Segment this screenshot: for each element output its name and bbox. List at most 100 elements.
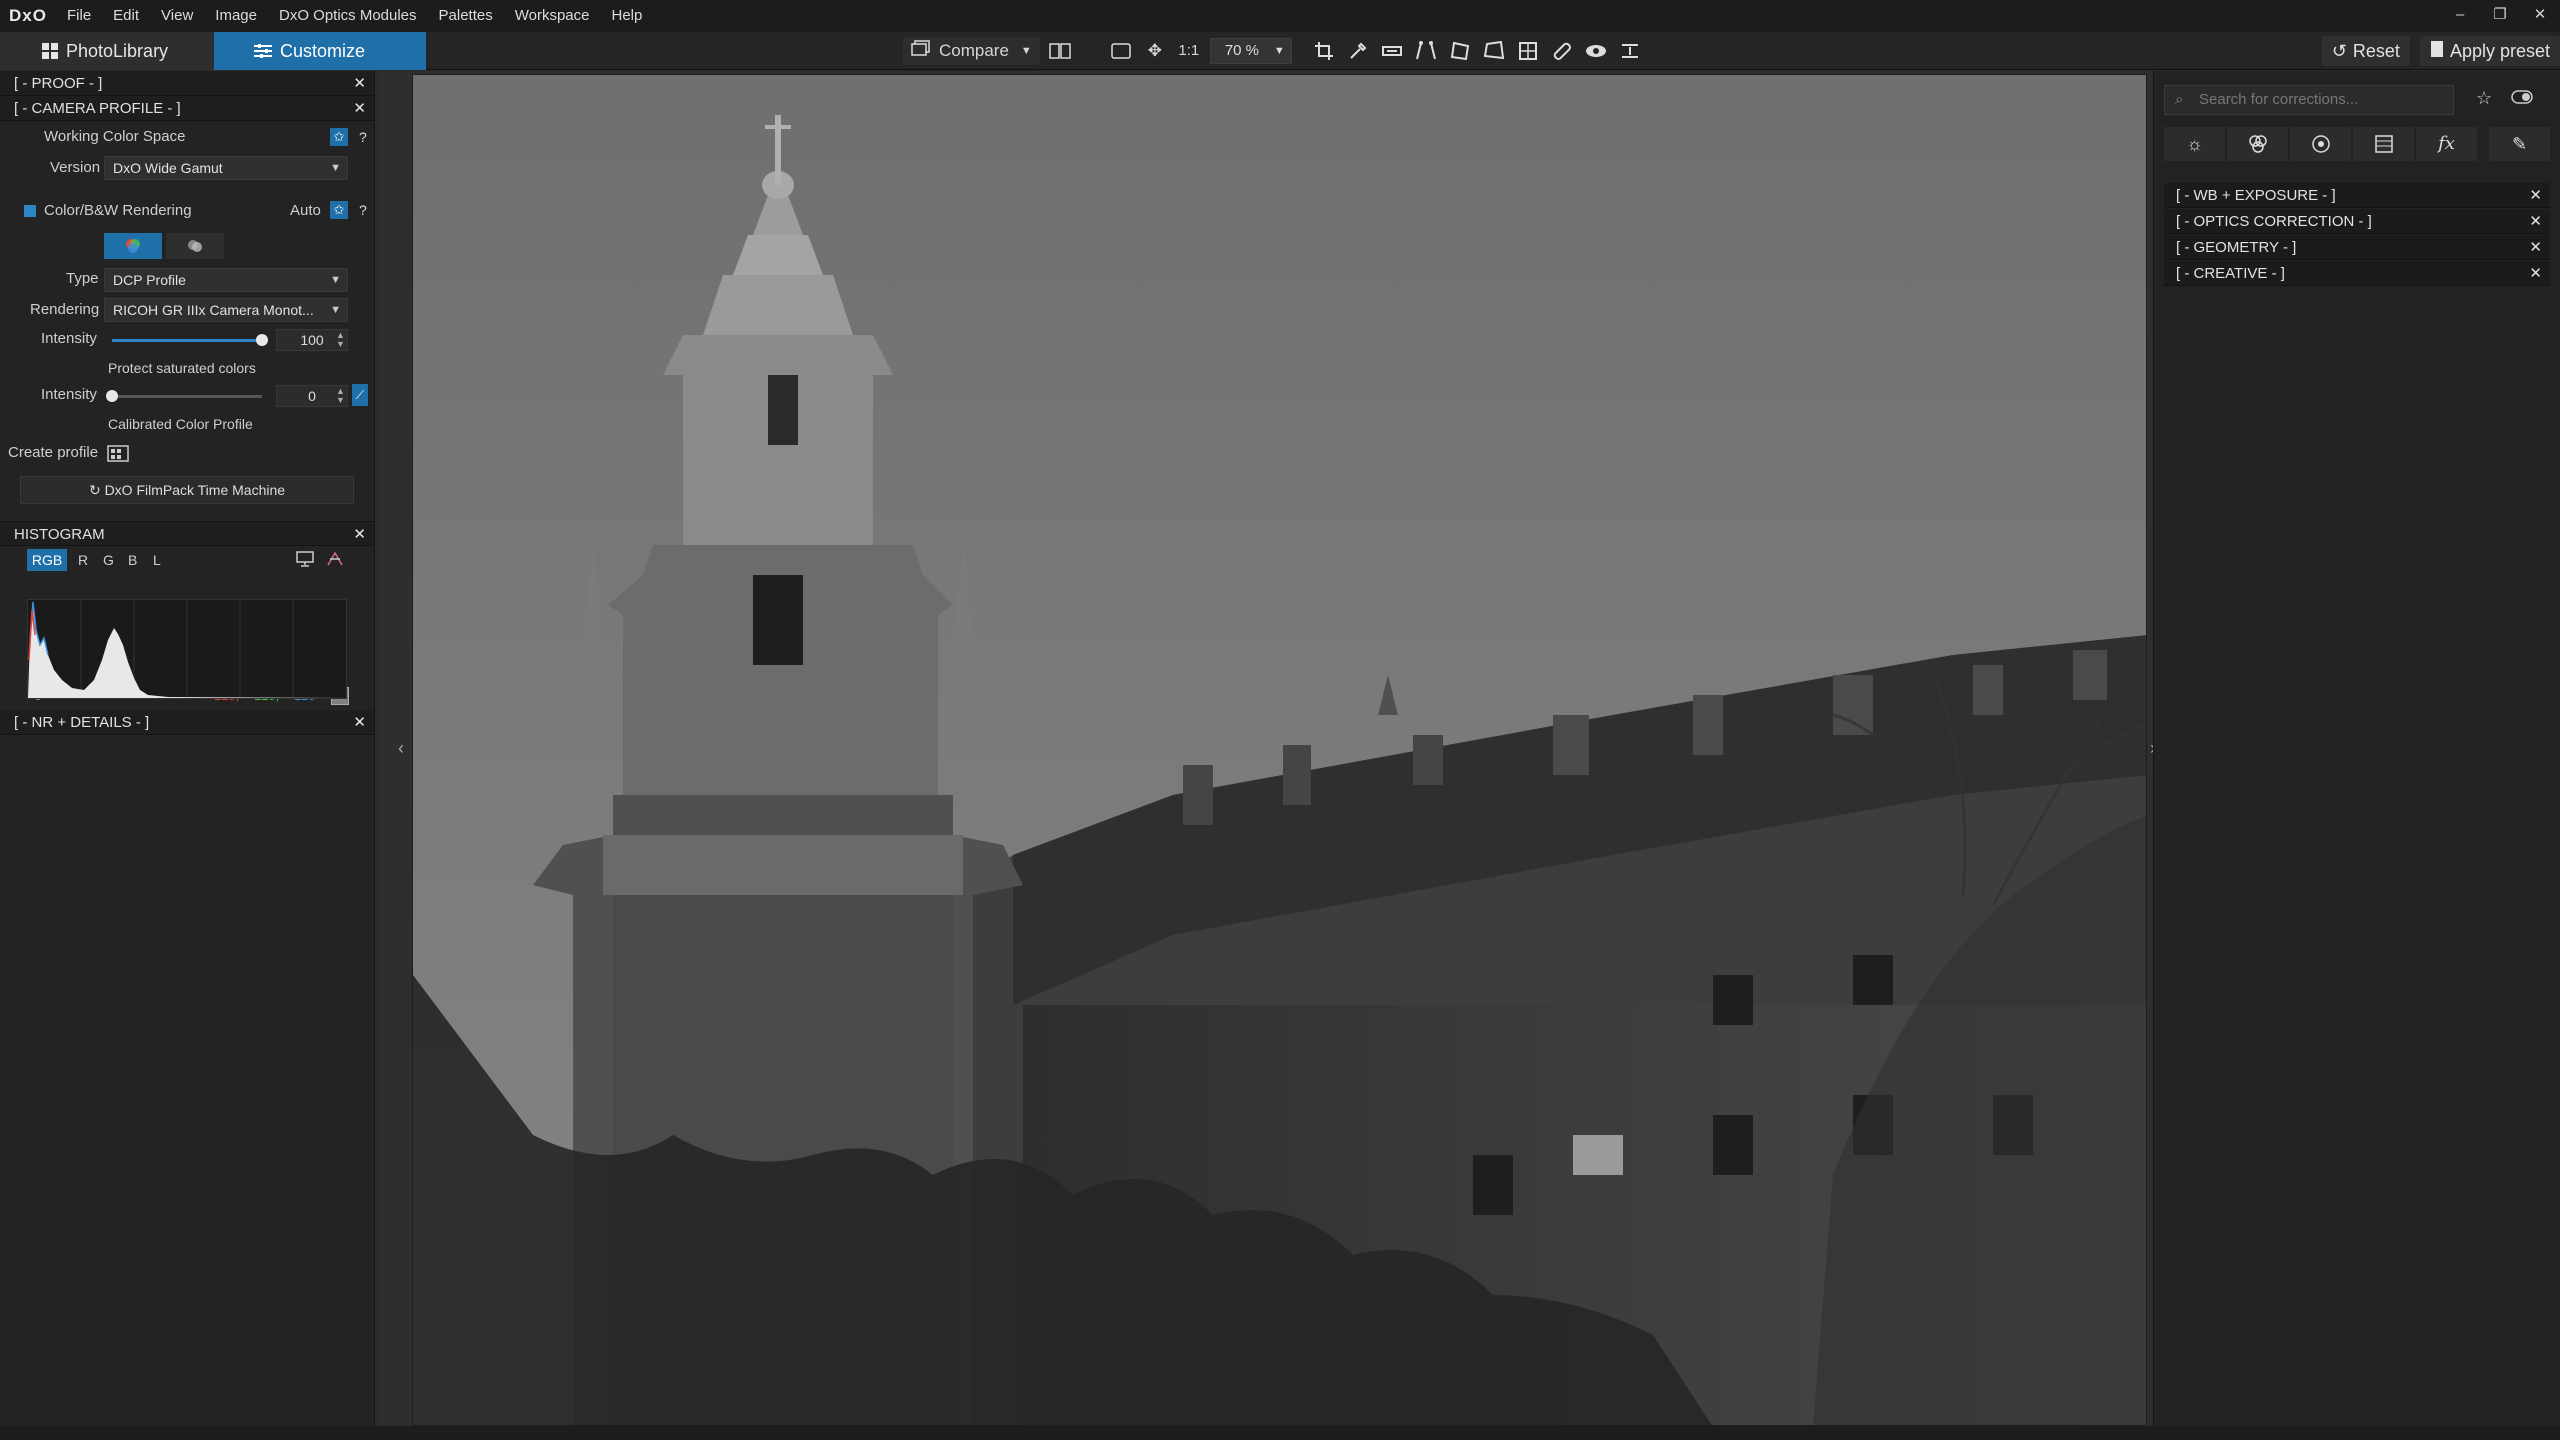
compare-button[interactable]: Compare ▼ — [903, 37, 1040, 65]
repair-icon[interactable] — [1548, 37, 1576, 65]
channel-l-button[interactable]: L — [153, 552, 161, 568]
channel-b-button[interactable]: B — [128, 552, 137, 568]
filmpack-time-machine-button[interactable]: ↻ DxO FilmPack Time Machine — [20, 476, 354, 504]
fit-screen-icon[interactable] — [1107, 37, 1135, 65]
proof-section-title: [ - PROOF - ] — [14, 75, 103, 92]
menu-image[interactable]: Image — [204, 0, 268, 32]
filmpack-row: ↻ DxO FilmPack Time Machine — [0, 469, 374, 511]
type-dropdown[interactable]: DCP Profile ▼ — [104, 268, 348, 292]
version-dropdown[interactable]: DxO Wide Gamut ▼ — [104, 156, 348, 180]
nr-details-section-header[interactable]: [ - NR + DETAILS - ] ✕ — [0, 710, 374, 735]
tab-photolibrary[interactable]: PhotoLibrary — [0, 32, 214, 70]
tab-photolibrary-label: PhotoLibrary — [66, 41, 169, 61]
spin-arrows-icon[interactable]: ▲ ▼ — [336, 331, 345, 349]
monitor-icon[interactable] — [296, 551, 314, 571]
star-icon[interactable]: ✩ — [330, 128, 348, 146]
help-icon[interactable]: ? — [359, 202, 367, 218]
wb-exposure-section-header[interactable]: [ - WB + EXPOSURE - ] ✕ — [2164, 183, 2550, 208]
intensity2-slider[interactable] — [106, 390, 262, 402]
light-tab-icon[interactable]: ☼ — [2164, 127, 2225, 161]
channel-rgb-button[interactable]: RGB — [27, 549, 67, 571]
zoom-select[interactable]: 70 % ▼ — [1209, 38, 1292, 64]
close-icon[interactable]: ✕ — [2529, 209, 2542, 234]
intensity-slider[interactable] — [112, 334, 268, 346]
close-icon[interactable]: ✕ — [2529, 235, 2542, 260]
detail-tab-icon[interactable] — [2290, 127, 2351, 161]
close-icon[interactable]: ✕ — [353, 71, 366, 96]
perspective-8point-icon[interactable] — [1480, 37, 1508, 65]
channel-g-button[interactable]: G — [103, 552, 114, 568]
spin-arrows-icon[interactable]: ▲ ▼ — [336, 387, 345, 405]
perspective-icon[interactable] — [1412, 37, 1440, 65]
perspective-rect-icon[interactable] — [1446, 37, 1474, 65]
preset-icon — [2430, 40, 2444, 63]
rendering-row: Rendering RICOH GR IIIx Camera Monot... … — [0, 295, 374, 325]
corrections-search-input[interactable]: ⌕ Search for corrections... — [2164, 85, 2454, 115]
zoom-1to1-button[interactable]: 1:1 — [1175, 37, 1203, 65]
volume-deformation-icon[interactable] — [1514, 37, 1542, 65]
type-value: DCP Profile — [113, 272, 186, 288]
reset-button[interactable]: ↺ Reset — [2321, 36, 2410, 66]
star-icon[interactable]: ✩ — [330, 201, 348, 219]
bw-mode-button[interactable] — [166, 233, 224, 259]
intensity2-slider-knob[interactable] — [106, 390, 118, 402]
sliders-icon — [254, 32, 272, 72]
red-eye-icon[interactable] — [1582, 37, 1610, 65]
minimize-button[interactable]: – — [2440, 0, 2480, 32]
camera-profile-section-header[interactable]: [ - CAMERA PROFILE - ] ✕ — [0, 96, 374, 121]
restore-button[interactable]: ❐ — [2480, 0, 2520, 32]
color-mode-button[interactable] — [104, 233, 162, 259]
intensity2-value: 0 — [308, 388, 316, 404]
crop-icon[interactable] — [1310, 37, 1338, 65]
histogram-graph — [28, 600, 346, 698]
intensity-slider-knob[interactable] — [256, 334, 268, 346]
menu-palettes[interactable]: Palettes — [428, 0, 504, 32]
geometry-section-header[interactable]: [ - GEOMETRY - ] ✕ — [2164, 235, 2550, 260]
photo-preview[interactable] — [412, 74, 2147, 1426]
close-icon[interactable]: ✕ — [2529, 261, 2542, 286]
histogram-section-header[interactable]: HISTOGRAM ✕ — [0, 521, 374, 546]
help-icon[interactable]: ? — [359, 129, 367, 145]
menu-dxo-optics-modules[interactable]: DxO Optics Modules — [268, 0, 428, 32]
app-logo: DxO — [9, 6, 47, 25]
split-view-icon[interactable] — [1046, 37, 1074, 65]
menu-workspace[interactable]: Workspace — [504, 0, 601, 32]
toggle-icon[interactable] — [2511, 88, 2533, 109]
close-icon[interactable]: ✕ — [2529, 183, 2542, 208]
proof-section-header[interactable]: [ - PROOF - ] ✕ — [0, 71, 374, 96]
chevron-down-icon: ▼ — [330, 162, 341, 174]
creative-section-header[interactable]: [ - CREATIVE - ] ✕ — [2164, 261, 2550, 286]
color-tab-icon[interactable] — [2227, 127, 2288, 161]
favorites-star-icon[interactable]: ☆ — [2476, 88, 2492, 109]
effects-tab-icon[interactable]: fx — [2416, 127, 2477, 161]
working-color-space-row: Working Color Space ✩ ? — [0, 121, 374, 153]
close-window-button[interactable]: ✕ — [2520, 0, 2560, 32]
optics-correction-section-header[interactable]: [ - OPTICS CORRECTION - ] ✕ — [2164, 209, 2550, 234]
search-placeholder: Search for corrections... — [2199, 91, 2359, 108]
show-masks-icon[interactable] — [1616, 37, 1644, 65]
channel-r-button[interactable]: R — [78, 552, 88, 568]
menu-file[interactable]: File — [56, 0, 102, 32]
collapse-left-icon[interactable]: ‹ — [398, 738, 404, 759]
menu-help[interactable]: Help — [601, 0, 654, 32]
menu-view[interactable]: View — [150, 0, 204, 32]
enable-checkbox[interactable] — [24, 205, 36, 217]
eyedropper-icon[interactable] — [1344, 37, 1372, 65]
picker-icon[interactable]: ⟋ — [352, 384, 368, 406]
custom-palette-tab-icon[interactable]: ✎ — [2489, 127, 2550, 161]
apply-preset-button[interactable]: Apply preset — [2419, 36, 2560, 66]
chevron-down-icon[interactable]: ▼ — [1021, 37, 1032, 65]
time-machine-icon: ↻ — [88, 482, 105, 498]
horizon-icon[interactable] — [1378, 37, 1406, 65]
move-icon[interactable]: ✥ — [1141, 37, 1169, 65]
geometry-tab-icon[interactable] — [2353, 127, 2414, 161]
clipping-icon[interactable] — [326, 551, 344, 571]
menu-edit[interactable]: Edit — [102, 0, 150, 32]
close-icon[interactable]: ✕ — [353, 522, 366, 547]
close-icon[interactable]: ✕ — [353, 710, 366, 735]
profile-chart-icon[interactable] — [107, 443, 129, 467]
color-circles-icon — [126, 239, 140, 253]
close-icon[interactable]: ✕ — [353, 96, 366, 121]
tab-customize[interactable]: Customize — [214, 32, 426, 70]
rendering-dropdown[interactable]: RICOH GR IIIx Camera Monot... ▼ — [104, 298, 348, 322]
